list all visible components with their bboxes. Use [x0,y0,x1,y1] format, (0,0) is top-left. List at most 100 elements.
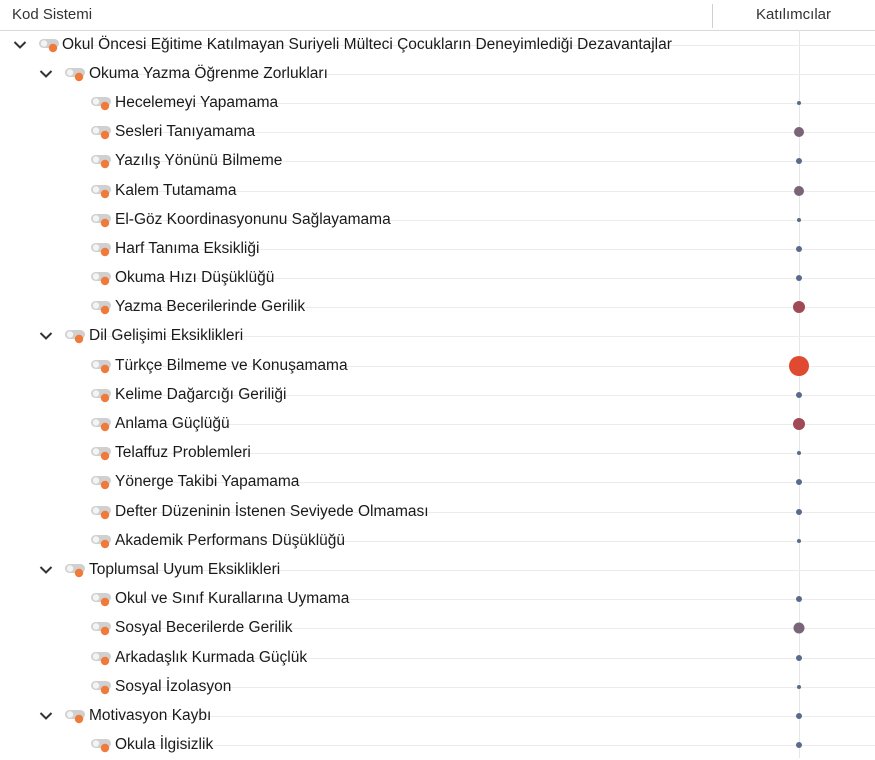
code-label[interactable]: Motivasyon Kaybı [89,707,211,725]
code-label[interactable]: Okul Öncesi Eğitime Katılmayan Suriyeli … [62,36,672,54]
code-label[interactable]: Okuma Yazma Öğrenme Zorlukları [89,65,328,83]
chevron-down-icon[interactable] [38,66,54,82]
participant-frequency-dot [797,217,801,222]
participant-frequency-dot [797,100,801,105]
code-row[interactable]: Yazma Becerilerinde Gerilik [0,293,875,322]
row-guide-line [123,745,875,747]
code-row[interactable]: El-Göz Koordinasyonunu Sağlayamama [0,205,875,234]
code-toggle-icon[interactable] [64,562,88,578]
code-toggle-icon[interactable] [90,474,114,490]
code-row[interactable]: Sosyal Becerilerde Gerilik [0,614,875,643]
code-label[interactable]: Türkçe Bilmeme ve Konuşamama [115,357,348,375]
participants-column-header[interactable]: Katılımcılar [712,6,875,23]
participant-frequency-dot [796,742,802,749]
code-toggle-icon[interactable] [90,679,114,695]
code-toggle-icon[interactable] [90,270,114,286]
code-label[interactable]: Sosyal Becerilerde Gerilik [115,619,292,637]
code-row[interactable]: Kalem Tutamama [0,176,875,205]
code-label[interactable]: Yazma Becerilerinde Gerilik [115,298,305,316]
code-toggle-icon[interactable] [90,416,114,432]
code-row[interactable]: Harf Tanıma Eksikliği [0,234,875,263]
code-toggle-icon[interactable] [90,504,114,520]
code-toggle-icon[interactable] [90,153,114,169]
participant-frequency-dot [794,127,804,138]
code-label[interactable]: Defter Düzeninin İstenen Seviyede Olmama… [115,503,429,521]
code-toggle-icon[interactable] [90,533,114,549]
participant-frequency-dot [789,355,809,376]
participant-frequency-dot [796,158,802,165]
code-system-column-header[interactable]: Kod Sistemi [12,6,92,23]
code-label[interactable]: Sosyal İzolasyon [115,678,231,696]
code-group-row[interactable]: Okuma Yazma Öğrenme Zorlukları [0,59,875,88]
code-toggle-icon[interactable] [90,591,114,607]
code-label[interactable]: Akademik Performans Düşüklüğü [115,532,345,550]
code-row[interactable]: Hecelemeyi Yapamama [0,88,875,117]
code-toggle-icon[interactable] [90,95,114,111]
code-row[interactable]: Sosyal İzolasyon [0,672,875,701]
code-row[interactable]: Yazılış Yönünü Bilmeme [0,147,875,176]
participant-frequency-dot [793,622,805,634]
code-label[interactable]: El-Göz Koordinasyonunu Sağlayamama [115,211,391,229]
code-label[interactable]: Yönerge Takibi Yapamama [115,473,299,491]
code-toggle-icon[interactable] [90,650,114,666]
code-row[interactable]: Defter Düzeninin İstenen Seviyede Olmama… [0,497,875,526]
participant-frequency-dot [796,245,802,252]
code-toggle-icon[interactable] [90,183,114,199]
code-toggle-icon[interactable] [90,241,114,257]
code-row[interactable]: Türkçe Bilmeme ve Konuşamama [0,351,875,380]
code-row[interactable]: Okula İlgisizlik [0,731,875,760]
code-group-row[interactable]: Dil Gelişimi Eksiklikleri [0,322,875,351]
code-label[interactable]: Okuma Hızı Düşüklüğü [115,269,274,287]
code-tree: Okul Öncesi Eğitime Katılmayan Suriyeli … [0,30,875,760]
code-label[interactable]: Anlama Güçlüğü [115,415,230,433]
participant-frequency-dot [796,654,802,661]
participant-frequency-dot [797,684,801,689]
code-label[interactable]: Dil Gelişimi Eksiklikleri [89,327,243,345]
chevron-down-icon[interactable] [38,562,54,578]
code-row[interactable]: Arkadaşlık Kurmada Güçlük [0,643,875,672]
code-toggle-icon[interactable] [90,620,114,636]
participant-frequency-dot [794,185,804,196]
code-label[interactable]: Kelime Dağarcığı Geriliği [115,386,286,404]
code-toggle-icon[interactable] [90,212,114,228]
chevron-down-icon[interactable] [38,708,54,724]
code-row[interactable]: Sesleri Tanıyamama [0,118,875,147]
participant-frequency-dot [793,301,805,314]
code-toggle-icon[interactable] [64,708,88,724]
participant-frequency-dot [797,451,801,456]
participant-frequency-dot [796,596,802,603]
code-row[interactable]: Telaffuz Problemleri [0,439,875,468]
code-label[interactable]: Toplumsal Uyum Eksiklikleri [89,561,280,579]
code-label[interactable]: Okul ve Sınıf Kurallarına Uymama [115,590,349,608]
participant-frequency-dot [793,418,805,431]
code-row[interactable]: Okul ve Sınıf Kurallarına Uymama [0,585,875,614]
code-toggle-icon[interactable] [90,358,114,374]
code-group-row[interactable]: Okul Öncesi Eğitime Katılmayan Suriyeli … [0,30,875,59]
code-label[interactable]: Telaffuz Problemleri [115,444,251,462]
code-row[interactable]: Akademik Performans Düşüklüğü [0,526,875,555]
code-toggle-icon[interactable] [38,37,62,53]
code-toggle-icon[interactable] [90,387,114,403]
code-toggle-icon[interactable] [90,299,114,315]
code-label[interactable]: Harf Tanıma Eksikliği [115,240,259,258]
code-label[interactable]: Yazılış Yönünü Bilmeme [115,152,282,170]
code-toggle-icon[interactable] [64,66,88,82]
code-label[interactable]: Kalem Tutamama [115,182,236,200]
code-toggle-icon[interactable] [64,328,88,344]
code-toggle-icon[interactable] [90,124,114,140]
code-row[interactable]: Okuma Hızı Düşüklüğü [0,264,875,293]
code-toggle-icon[interactable] [90,737,114,753]
chevron-down-icon[interactable] [38,328,54,344]
code-toggle-icon[interactable] [90,445,114,461]
chevron-down-icon[interactable] [12,37,28,53]
code-row[interactable]: Anlama Güçlüğü [0,409,875,438]
code-row[interactable]: Kelime Dağarcığı Geriliği [0,380,875,409]
code-group-row[interactable]: Toplumsal Uyum Eksiklikleri [0,555,875,584]
code-label[interactable]: Okula İlgisizlik [115,736,213,754]
code-label[interactable]: Hecelemeyi Yapamama [115,94,278,112]
code-label[interactable]: Arkadaşlık Kurmada Güçlük [115,649,307,667]
code-group-row[interactable]: Motivasyon Kaybı [0,701,875,730]
code-label[interactable]: Sesleri Tanıyamama [115,123,255,141]
code-row[interactable]: Yönerge Takibi Yapamama [0,468,875,497]
participant-frequency-dot [796,479,802,486]
